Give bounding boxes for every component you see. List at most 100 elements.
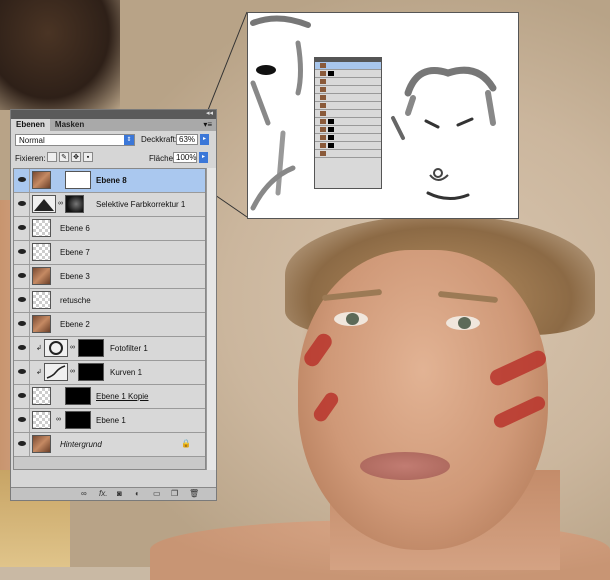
fx-icon[interactable]: fx.	[99, 489, 107, 498]
visibility-toggle[interactable]	[15, 241, 30, 264]
layer-thumbnail	[32, 291, 51, 309]
blend-mode-select[interactable]: Normal ⇕	[15, 134, 135, 146]
eye-icon	[18, 369, 26, 374]
layer-name[interactable]: Ebene 8	[96, 176, 127, 185]
layer-name[interactable]: Fotofilter 1	[110, 344, 148, 353]
curves-icon	[46, 365, 66, 379]
panel-titlebar[interactable]: ◂◂	[11, 110, 216, 119]
chain-link-icon[interactable]: ∞	[70, 368, 76, 375]
lock-position-icon[interactable]: ✥	[71, 152, 81, 162]
tab-masken[interactable]: Masken	[50, 119, 89, 131]
new-group-icon[interactable]: ▭	[153, 489, 161, 498]
layer-mask-thumbnail[interactable]	[65, 171, 91, 189]
adjustment-thumbnail	[44, 363, 68, 381]
layer-mask-thumbnail[interactable]	[78, 363, 104, 381]
visibility-toggle[interactable]	[15, 289, 30, 312]
layer-thumbnail	[32, 411, 51, 429]
hair-left	[0, 0, 120, 110]
opacity-input[interactable]: 63%	[176, 134, 198, 145]
visibility-toggle[interactable]	[15, 217, 30, 240]
opacity-slider-icon[interactable]: ▸	[200, 134, 209, 145]
layer-row[interactable]: Ebene 2	[14, 313, 205, 337]
layer-name[interactable]: Kurven 1	[110, 368, 142, 377]
eye-icon	[18, 393, 26, 398]
layer-row[interactable]: Ebene 7	[14, 241, 205, 265]
chain-link-icon[interactable]: ∞	[58, 200, 64, 207]
chain-link-icon[interactable]: ∞	[70, 344, 76, 351]
adjustment-thumbnail	[44, 339, 68, 357]
eye-icon	[18, 441, 26, 446]
lock-fill-row: Fixieren: ✎ ✥ ▪ Fläche: 100% ▸	[15, 152, 212, 165]
layer-name[interactable]: Ebene 1	[96, 416, 126, 425]
layer-thumbnail	[32, 267, 51, 285]
lock-icon: 🔒	[181, 439, 191, 448]
adjustment-layer-icon[interactable]: ◐	[135, 489, 140, 498]
layer-thumbnail	[32, 387, 51, 405]
visibility-toggle[interactable]	[15, 385, 30, 408]
layer-name[interactable]: Ebene 6	[60, 224, 90, 233]
trash-icon[interactable]: 🗑	[189, 489, 199, 498]
visibility-toggle[interactable]	[15, 169, 30, 192]
left-eye	[334, 312, 368, 326]
layers-scrollbar[interactable]	[206, 168, 216, 470]
layer-row[interactable]: ∞ Ebene 1	[14, 409, 205, 433]
eye-icon	[18, 225, 26, 230]
zoom-inset	[247, 12, 519, 219]
panel-tabs: Ebenen Masken ▾≡	[11, 119, 216, 131]
add-mask-icon[interactable]: ◙	[117, 489, 122, 498]
layer-row[interactable]: ↲ ∞ Kurven 1	[14, 361, 205, 385]
sketch-drawing	[250, 15, 497, 211]
lock-pixels-icon[interactable]: ✎	[59, 152, 69, 162]
chain-link-icon[interactable]: ∞	[56, 416, 62, 423]
fill-label: Fläche:	[149, 154, 176, 163]
mini-layers-panel	[314, 57, 382, 189]
layer-name[interactable]: Hintergrund	[60, 440, 102, 449]
eye-icon	[18, 417, 26, 422]
layer-row[interactable]: retusche	[14, 289, 205, 313]
layer-name[interactable]: Ebene 2	[60, 320, 90, 329]
layer-row[interactable]: ↲ ∞ Fotofilter 1	[14, 337, 205, 361]
layer-row[interactable]: Hintergrund 🔒	[14, 433, 205, 457]
link-layers-icon[interactable]: ∞	[81, 489, 87, 498]
blend-opacity-row: Normal ⇕ Deckkraft: 63% ▸	[15, 134, 212, 147]
layer-mask-thumbnail[interactable]	[65, 411, 91, 429]
lock-all-icon[interactable]: ▪	[83, 152, 93, 162]
layer-row[interactable]: Ebene 6	[14, 217, 205, 241]
collapse-icon[interactable]: ◂◂	[206, 109, 213, 117]
visibility-toggle[interactable]	[15, 265, 30, 288]
eye-icon	[18, 249, 26, 254]
lock-label: Fixieren:	[15, 154, 46, 163]
layer-name[interactable]: retusche	[60, 296, 91, 305]
layer-mask-thumbnail[interactable]	[65, 195, 84, 213]
visibility-toggle[interactable]	[15, 361, 30, 384]
layer-thumbnail	[32, 219, 51, 237]
visibility-toggle[interactable]	[15, 337, 30, 360]
opacity-label: Deckkraft:	[141, 135, 178, 144]
layer-name[interactable]: Ebene 3	[60, 272, 90, 281]
panel-menu-icon[interactable]: ▾≡	[199, 119, 216, 131]
chevron-down-icon[interactable]: ⇕	[124, 135, 134, 145]
layer-thumbnail	[32, 315, 51, 333]
fill-input[interactable]: 100%	[173, 152, 197, 163]
layer-mask-thumbnail[interactable]	[78, 339, 104, 357]
adjustment-thumbnail	[32, 195, 56, 213]
visibility-toggle[interactable]	[15, 313, 30, 336]
visibility-toggle[interactable]	[15, 409, 30, 432]
layer-name[interactable]: Ebene 7	[60, 248, 90, 257]
photo-filter-icon	[49, 341, 63, 355]
layer-name[interactable]: Selektive Farbkorrektur 1	[96, 200, 185, 209]
tab-ebenen[interactable]: Ebenen	[11, 119, 50, 131]
lips	[360, 452, 450, 480]
eye-icon	[18, 345, 26, 350]
fill-slider-icon[interactable]: ▸	[199, 152, 208, 163]
visibility-toggle[interactable]	[15, 193, 30, 216]
layer-row[interactable]: Ebene 1 Kopie	[14, 385, 205, 409]
layer-mask-thumbnail[interactable]	[65, 387, 91, 405]
visibility-toggle[interactable]	[15, 433, 30, 456]
new-layer-icon[interactable]: ❐	[171, 489, 178, 498]
layer-row[interactable]: Ebene 3	[14, 265, 205, 289]
layer-name[interactable]: Ebene 1 Kopie	[96, 392, 149, 401]
lock-transparency-icon[interactable]	[47, 152, 57, 162]
layer-row[interactable]: Ebene 8	[14, 169, 205, 193]
layer-row[interactable]: ∞ Selektive Farbkorrektur 1	[14, 193, 205, 217]
